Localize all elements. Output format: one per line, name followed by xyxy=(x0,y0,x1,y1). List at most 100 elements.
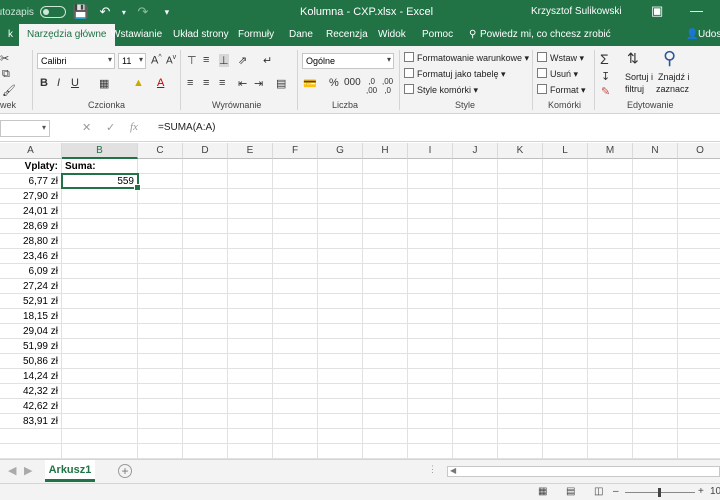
grid-cell[interactable] xyxy=(633,384,678,399)
grid-cell[interactable] xyxy=(183,324,228,339)
grid-cell[interactable] xyxy=(498,369,543,384)
grid-cell[interactable] xyxy=(183,399,228,414)
grid-cell[interactable] xyxy=(543,189,588,204)
grid-cell[interactable] xyxy=(588,354,633,369)
grid-cell[interactable] xyxy=(633,399,678,414)
grid-cell[interactable] xyxy=(273,309,318,324)
grid-cell[interactable] xyxy=(62,429,138,444)
column-header[interactable]: A xyxy=(0,143,62,159)
grid-cell[interactable] xyxy=(678,279,720,294)
undo-icon[interactable]: ↶ xyxy=(96,4,114,20)
minimize-icon[interactable]: — xyxy=(690,3,703,18)
find-select-label-1[interactable]: Znajdź i xyxy=(658,72,690,82)
sort-filter-label-1[interactable]: Sortuj i xyxy=(625,72,653,82)
zoom-out-icon[interactable]: – xyxy=(613,486,619,497)
grid-cell[interactable] xyxy=(498,354,543,369)
grid-cell[interactable] xyxy=(498,279,543,294)
grid-cell[interactable] xyxy=(228,264,273,279)
grid-cell[interactable] xyxy=(588,159,633,174)
grid-cell[interactable] xyxy=(183,444,228,459)
grid-cell[interactable] xyxy=(633,279,678,294)
grid-cell[interactable] xyxy=(273,414,318,429)
grid-cell[interactable] xyxy=(408,324,453,339)
grid-cell[interactable] xyxy=(318,249,363,264)
grid-cell[interactable] xyxy=(62,339,138,354)
grid-cell[interactable] xyxy=(228,414,273,429)
grid-cell[interactable] xyxy=(363,159,408,174)
grid-cell[interactable] xyxy=(588,399,633,414)
payment-cell[interactable]: 27,24 zł xyxy=(0,279,62,294)
payment-cell[interactable]: 6,77 zł xyxy=(0,174,62,189)
payment-cell[interactable]: 27,90 zł xyxy=(0,189,62,204)
tab-view[interactable]: Widok xyxy=(378,29,406,40)
grid-cell[interactable] xyxy=(543,309,588,324)
grid-cell[interactable] xyxy=(228,159,273,174)
grid-cell[interactable] xyxy=(273,369,318,384)
delete-cells-button[interactable]: Usuń ▾ xyxy=(537,68,578,80)
grid-cell[interactable] xyxy=(273,279,318,294)
grid-cell[interactable] xyxy=(543,219,588,234)
grid-cell[interactable] xyxy=(183,264,228,279)
grid-cell[interactable] xyxy=(318,279,363,294)
grid-cell[interactable] xyxy=(62,219,138,234)
grid-cell[interactable] xyxy=(543,159,588,174)
grid-cell[interactable] xyxy=(363,204,408,219)
grid-cell[interactable] xyxy=(318,189,363,204)
column-header[interactable]: E xyxy=(228,143,273,159)
grid-cell[interactable] xyxy=(318,444,363,459)
underline-icon[interactable]: U xyxy=(71,77,79,89)
copy-icon[interactable]: ⧉ xyxy=(2,68,10,81)
grid-cell[interactable] xyxy=(453,294,498,309)
grid-cell[interactable] xyxy=(678,174,720,189)
format-as-table-button[interactable]: Formatuj jako tabelę ▾ xyxy=(404,68,506,80)
grid-cell[interactable] xyxy=(498,399,543,414)
grid-cell[interactable] xyxy=(543,234,588,249)
grid-cell[interactable] xyxy=(498,429,543,444)
grid-cell[interactable] xyxy=(498,249,543,264)
grid-cell[interactable] xyxy=(498,264,543,279)
grid-cell[interactable] xyxy=(588,189,633,204)
grid-cell[interactable] xyxy=(363,414,408,429)
grid-cell[interactable] xyxy=(138,339,183,354)
grid-cell[interactable] xyxy=(138,324,183,339)
grid-cell[interactable] xyxy=(633,219,678,234)
grid-cell[interactable] xyxy=(228,444,273,459)
grid-cell[interactable] xyxy=(318,369,363,384)
grid-cell[interactable] xyxy=(363,294,408,309)
grid-cell[interactable] xyxy=(363,399,408,414)
tab-page-layout[interactable]: Układ strony xyxy=(173,29,229,40)
grid-cell[interactable] xyxy=(363,369,408,384)
grid-cell[interactable] xyxy=(498,234,543,249)
grid-cell[interactable] xyxy=(138,414,183,429)
format-cells-button[interactable]: Format ▾ xyxy=(537,84,586,96)
grid-cell[interactable] xyxy=(633,159,678,174)
grid-cell[interactable] xyxy=(318,234,363,249)
grid-cell[interactable] xyxy=(498,339,543,354)
column-header[interactable]: I xyxy=(408,143,453,159)
grid-cell[interactable] xyxy=(228,354,273,369)
grid-cell[interactable] xyxy=(408,249,453,264)
grid-cell[interactable] xyxy=(363,219,408,234)
grid-cell[interactable] xyxy=(453,219,498,234)
grid-cell[interactable] xyxy=(588,384,633,399)
grid-cell[interactable] xyxy=(273,189,318,204)
grid-cell[interactable] xyxy=(228,189,273,204)
grid-cell[interactable] xyxy=(543,429,588,444)
grid-cell[interactable] xyxy=(138,294,183,309)
grid-cell[interactable] xyxy=(228,249,273,264)
grid-cell[interactable] xyxy=(588,279,633,294)
grid-cell[interactable] xyxy=(543,279,588,294)
grid-cell[interactable] xyxy=(273,204,318,219)
column-header[interactable]: J xyxy=(453,143,498,159)
sum-header-cell[interactable]: Suma: xyxy=(62,159,138,174)
grid-cell[interactable] xyxy=(363,384,408,399)
grid-cell[interactable] xyxy=(543,264,588,279)
grid-cell[interactable] xyxy=(62,279,138,294)
payment-cell[interactable]: 83,91 zł xyxy=(0,414,62,429)
grid-cell[interactable] xyxy=(633,204,678,219)
grid-cell[interactable] xyxy=(62,264,138,279)
grid-cell[interactable] xyxy=(588,339,633,354)
grid-cell[interactable] xyxy=(633,234,678,249)
prev-sheet-icon[interactable]: ◀ xyxy=(8,464,16,477)
grid-cell[interactable] xyxy=(273,294,318,309)
